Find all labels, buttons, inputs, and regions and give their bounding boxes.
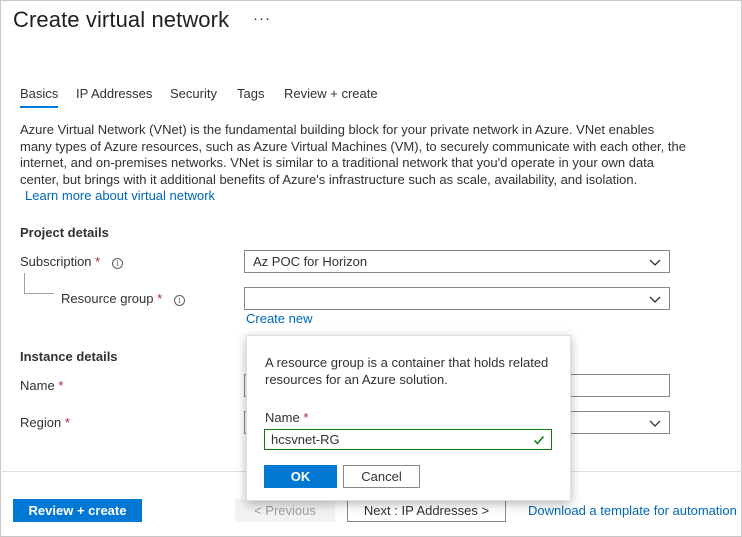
tab-security[interactable]: Security xyxy=(170,86,217,101)
tree-connector xyxy=(24,273,25,293)
chevron-down-icon xyxy=(649,259,661,266)
description-line: many types of Azure resources, such as A… xyxy=(20,138,686,154)
tree-connector xyxy=(24,293,54,294)
tab-review-create[interactable]: Review + create xyxy=(284,86,378,101)
create-new-link[interactable]: Create new xyxy=(246,311,312,326)
description-line: Azure Virtual Network (VNet) is the fund… xyxy=(20,122,655,137)
region-label: Region * xyxy=(20,415,70,430)
name-label-text: Name xyxy=(20,378,55,393)
subscription-value: Az POC for Horizon xyxy=(253,254,368,269)
resource-group-name-input[interactable]: hcsvnet-RG xyxy=(264,429,552,450)
chevron-down-icon xyxy=(649,420,661,427)
callout-description: A resource group is a container that hol… xyxy=(265,354,548,388)
tab-tags[interactable]: Tags xyxy=(237,86,264,101)
previous-button[interactable]: < Previous xyxy=(235,499,335,522)
name-label: Name * xyxy=(20,378,63,393)
more-options-icon[interactable]: ··· xyxy=(253,10,271,27)
info-icon[interactable]: i xyxy=(111,258,123,269)
description-line: internet, and on-premises networks. VNet… xyxy=(20,155,655,170)
resource-group-name-value: hcsvnet-RG xyxy=(271,432,340,447)
callout-text-line: A resource group is a container that hol… xyxy=(265,355,549,370)
instance-details-heading: Instance details xyxy=(20,349,118,364)
ok-button[interactable]: OK xyxy=(264,465,337,488)
subscription-label-text: Subscription xyxy=(20,254,92,269)
callout-name-label-text: Name xyxy=(265,410,300,425)
chevron-down-icon xyxy=(649,296,661,303)
next-ip-addresses-button[interactable]: Next : IP Addresses > xyxy=(347,499,506,522)
resource-group-select[interactable] xyxy=(244,287,670,310)
required-mark: * xyxy=(157,291,163,306)
resource-group-label-text: Resource group xyxy=(61,291,154,306)
checkmark-icon xyxy=(533,436,545,445)
review-create-button[interactable]: Review + create xyxy=(13,499,142,522)
subscription-label: Subscription * i xyxy=(20,254,123,269)
learn-more-link[interactable]: Learn more about virtual network xyxy=(25,188,215,203)
resource-group-label: Resource group * i xyxy=(61,291,185,306)
tab-ip-addresses[interactable]: IP Addresses xyxy=(76,86,152,101)
subscription-select[interactable]: Az POC for Horizon xyxy=(244,250,670,273)
required-mark: * xyxy=(95,254,101,269)
download-template-link[interactable]: Download a template for automation xyxy=(528,503,737,518)
required-mark: * xyxy=(64,415,70,430)
page-title: Create virtual network xyxy=(13,7,230,32)
callout-name-label: Name * xyxy=(265,410,308,425)
description-line: center, but brings with it additional be… xyxy=(20,171,638,187)
tab-basics[interactable]: Basics xyxy=(20,86,59,108)
cancel-button[interactable]: Cancel xyxy=(343,465,420,488)
region-label-text: Region xyxy=(20,415,62,430)
info-icon[interactable]: i xyxy=(173,295,185,306)
project-details-heading: Project details xyxy=(20,225,109,240)
description: Azure Virtual Network (VNet) is the fund… xyxy=(20,122,730,205)
required-mark: * xyxy=(58,378,64,393)
required-mark: * xyxy=(303,410,309,425)
create-resource-group-callout: A resource group is a container that hol… xyxy=(246,335,571,501)
callout-text-line: resources for an Azure solution. xyxy=(265,372,448,387)
